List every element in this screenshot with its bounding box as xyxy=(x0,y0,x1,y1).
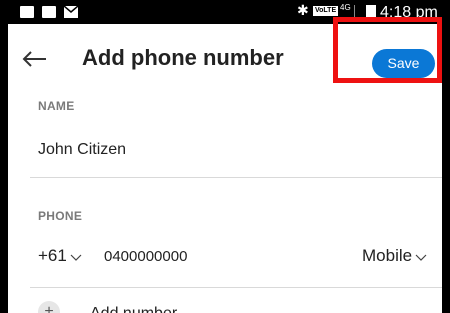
status-separator xyxy=(354,5,355,19)
phone-type-value: Mobile xyxy=(362,246,413,265)
page-title: Add phone number xyxy=(82,45,284,70)
battery-icon xyxy=(366,5,376,20)
app-bar: Add phone number Save xyxy=(8,24,442,94)
notification-icon xyxy=(20,6,34,18)
save-button[interactable]: Save xyxy=(372,49,435,78)
phone-section-label: PHONE xyxy=(38,209,83,223)
status-bar: ✱ VoLTE 4G 4:18 pm xyxy=(8,0,442,24)
chevron-down-icon xyxy=(415,247,427,267)
back-button[interactable] xyxy=(20,44,50,74)
divider xyxy=(30,287,442,288)
country-code-selector[interactable]: +61 xyxy=(38,246,82,267)
name-section-label: NAME xyxy=(38,99,75,113)
phone-type-selector[interactable]: Mobile xyxy=(362,246,427,267)
contact-name: John Citizen xyxy=(38,141,127,158)
bluetooth-icon: ✱ xyxy=(297,3,309,19)
divider xyxy=(30,177,442,178)
image-notification-icon xyxy=(42,6,56,18)
status-time: 4:18 pm xyxy=(380,4,438,21)
device-frame: ✱ VoLTE 4G 4:18 pm Add phone number Save… xyxy=(0,0,450,313)
app-screen: ✱ VoLTE 4G 4:18 pm Add phone number Save… xyxy=(8,0,442,313)
back-arrow-icon xyxy=(22,51,46,67)
mail-notification-icon xyxy=(64,6,78,18)
chevron-down-icon xyxy=(70,247,82,267)
phone-number-input[interactable] xyxy=(104,244,264,268)
volte-badge: VoLTE xyxy=(313,6,339,16)
network-type: 4G xyxy=(340,3,351,12)
country-code-value: +61 xyxy=(38,246,67,265)
add-icon: + xyxy=(38,301,60,313)
add-number-button[interactable]: + Add number xyxy=(38,301,238,313)
add-number-label: Add number xyxy=(90,305,177,313)
